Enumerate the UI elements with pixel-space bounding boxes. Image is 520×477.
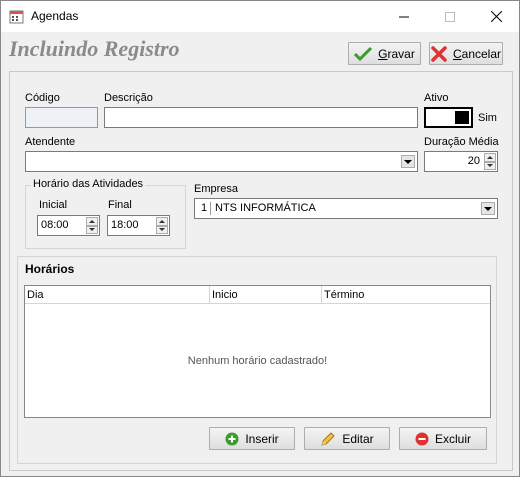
close-icon (490, 11, 502, 22)
ativo-state-text: Sim (478, 112, 497, 124)
minimize-icon (399, 16, 409, 17)
grid-header: Dia Inicio Término (25, 286, 490, 304)
calendar-icon (9, 9, 24, 24)
column-divider[interactable] (209, 286, 210, 304)
empresa-divider (210, 202, 211, 215)
empty-state-message: Nenhum horário cadastrado! (187, 355, 328, 367)
plus-circle-icon (225, 432, 239, 445)
descricao-field[interactable] (104, 107, 418, 128)
codigo-field[interactable] (25, 107, 98, 128)
chevron-down-icon[interactable] (401, 155, 415, 168)
horarios-grid[interactable]: Dia Inicio Término Nenhum horário cadast… (24, 285, 491, 418)
minus-circle-icon (415, 432, 429, 445)
checkmark-icon (354, 46, 373, 61)
maximize-button[interactable] (427, 1, 473, 32)
delete-button[interactable]: Excluir (399, 427, 487, 450)
app-window: Agendas Incluindo Registro Gravar Cancel… (0, 0, 520, 477)
cancel-button[interactable]: Cancelar (429, 42, 503, 65)
ativo-label: Ativo (424, 92, 449, 104)
pencil-icon (321, 431, 336, 446)
horarios-title: Horários (25, 262, 75, 276)
cancel-label: ancelar (461, 46, 502, 61)
final-time-input[interactable]: 18:00 (107, 215, 170, 236)
empresa-combobox[interactable]: 1 NTS INFORMÁTICA (194, 198, 498, 219)
edit-button[interactable]: Editar (304, 427, 390, 450)
column-header-dia[interactable]: Dia (27, 289, 44, 301)
final-label: Final (108, 199, 132, 211)
atendente-label: Atendente (25, 136, 76, 148)
spin-down-icon[interactable] (484, 161, 496, 170)
column-header-inicio[interactable]: Inicio (212, 289, 238, 301)
cancel-mnemonic: C (452, 46, 462, 61)
empresa-code: 1 (201, 202, 208, 214)
spin-down-icon[interactable] (86, 225, 98, 234)
atendente-combobox[interactable] (25, 151, 418, 172)
maximize-icon (445, 11, 455, 22)
close-button[interactable] (473, 1, 519, 32)
spin-up-icon[interactable] (156, 217, 168, 226)
cancel-x-icon (431, 45, 447, 62)
inicial-time-input[interactable]: 08:00 (37, 215, 100, 236)
page-title: Incluindo Registro (9, 36, 180, 61)
empresa-name: NTS INFORMÁTICA (215, 202, 316, 214)
insert-label: Inserir (245, 431, 279, 446)
save-label: ravar (387, 46, 415, 61)
spin-up-icon[interactable] (484, 153, 496, 162)
insert-button[interactable]: Inserir (209, 427, 295, 450)
toggle-knob (455, 111, 469, 124)
column-header-termino[interactable]: Término (324, 289, 364, 301)
delete-label: Excluir (434, 431, 471, 446)
spin-up-icon[interactable] (86, 217, 98, 226)
final-spin-buttons[interactable] (156, 217, 168, 234)
inicial-label: Inicial (39, 199, 68, 211)
descricao-label: Descrição (104, 92, 153, 104)
edit-label: Editar (342, 431, 374, 446)
group-title: Horário das Atividades (31, 178, 146, 190)
codigo-label: Código (25, 92, 60, 104)
empresa-label: Empresa (194, 183, 239, 195)
window-title: Agendas (31, 9, 79, 23)
ativo-toggle[interactable] (424, 107, 473, 128)
chevron-down-icon[interactable] (481, 202, 495, 215)
minimize-button[interactable] (381, 1, 427, 32)
spin-down-icon[interactable] (156, 225, 168, 234)
duracao-spinner[interactable]: 20 (424, 151, 498, 172)
duracao-spin-buttons[interactable] (484, 153, 496, 170)
title-bar: Agendas (1, 1, 519, 32)
duracao-label: Duração Média (424, 136, 499, 148)
column-divider[interactable] (321, 286, 322, 304)
save-button[interactable]: Gravar (348, 42, 421, 65)
save-mnemonic: G (378, 46, 388, 61)
inicial-spin-buttons[interactable] (86, 217, 98, 234)
